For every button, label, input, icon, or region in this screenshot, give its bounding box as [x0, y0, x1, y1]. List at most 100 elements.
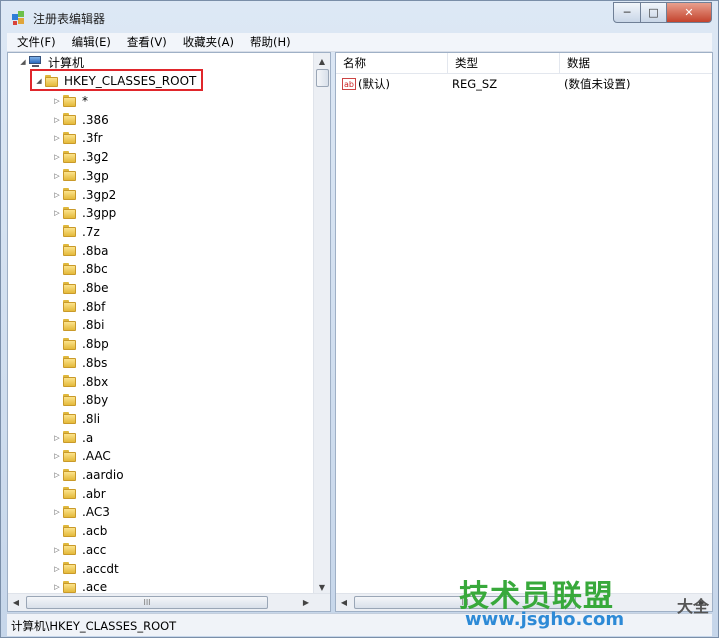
- close-button[interactable]: ✕: [667, 2, 712, 23]
- column-header-data[interactable]: 数据: [560, 53, 712, 73]
- collapse-arrow-icon[interactable]: ▷: [52, 191, 62, 199]
- string-value-icon: ab: [342, 78, 356, 90]
- collapse-arrow-icon[interactable]: ▷: [52, 471, 62, 479]
- maximize-icon: □: [648, 6, 659, 19]
- tree-item[interactable]: .8be: [52, 279, 108, 297]
- tree-item[interactable]: ▷ *: [52, 92, 88, 110]
- folder-icon: [62, 113, 78, 126]
- folder-icon: [62, 393, 78, 407]
- scroll-right-arrow-icon[interactable]: ▶: [298, 594, 314, 610]
- tree-item-label: .abr: [82, 486, 106, 501]
- tree-item[interactable]: .8bc: [52, 260, 108, 278]
- tree-item[interactable]: ▷ .3gpp: [52, 204, 116, 222]
- tree-item[interactable]: ▷ .AC3: [52, 503, 110, 521]
- watermark: 技术员联盟 大全 www.jsgho.com: [459, 571, 709, 633]
- tree-item-label: .8bc: [82, 262, 108, 277]
- tree-item[interactable]: ▷ .a: [52, 429, 93, 447]
- folder-icon: [62, 188, 78, 201]
- tree-item-label: .acb: [82, 524, 108, 539]
- tree-item-label: .386: [82, 112, 109, 127]
- tree-item-label: .3gp: [82, 168, 109, 183]
- tree-item[interactable]: .8bp: [52, 335, 109, 353]
- minimize-button[interactable]: ─: [613, 2, 641, 23]
- collapse-arrow-icon[interactable]: ▷: [52, 172, 62, 180]
- menu-view[interactable]: 查看(V): [121, 34, 173, 50]
- folder-icon: [62, 543, 78, 556]
- regedit-window: 注册表编辑器 ─ □ ✕ 文件(F) 编辑(E) 查看(V) 收藏夹(A) 帮助…: [0, 0, 719, 638]
- tree-item[interactable]: ▷ .acc: [52, 541, 106, 559]
- tree-item[interactable]: .8bx: [52, 373, 108, 391]
- watermark-url: www.jsgho.com: [465, 609, 625, 630]
- collapse-arrow-icon[interactable]: ▷: [52, 434, 62, 442]
- folder-icon: [62, 150, 78, 164]
- column-header-name[interactable]: 名称: [336, 53, 448, 73]
- tree-item[interactable]: ▷ .accdt: [52, 560, 118, 578]
- folder-icon: [62, 169, 78, 182]
- collapse-arrow-icon[interactable]: ▷: [52, 153, 62, 161]
- collapse-arrow-icon[interactable]: ▷: [52, 583, 62, 591]
- maximize-button[interactable]: □: [641, 2, 667, 23]
- collapse-arrow-icon[interactable]: ▷: [52, 97, 62, 105]
- tree-item-label: .8bx: [82, 374, 109, 389]
- tree-item[interactable]: .8bi: [52, 316, 104, 334]
- scroll-left-arrow-icon[interactable]: ◀: [336, 594, 352, 610]
- collapse-arrow-icon[interactable]: ▷: [52, 452, 62, 460]
- expanded-arrow-icon[interactable]: ◢: [18, 58, 28, 66]
- tree-item[interactable]: .8li: [52, 410, 100, 428]
- watermark-side: 大全: [676, 597, 709, 616]
- folder-icon: [62, 449, 78, 463]
- tree-item-label: .8bf: [82, 299, 106, 314]
- scroll-thumb[interactable]: III: [26, 596, 268, 609]
- menu-favorites[interactable]: 收藏夹(A): [177, 34, 240, 50]
- collapse-arrow-icon[interactable]: ▷: [52, 565, 62, 573]
- tree-pane[interactable]: ◢ 计算机 ◢ HKEY_CLASSES_ROOT ▷ * ▷ .386 ▷ .3fr ▷.…: [7, 52, 331, 612]
- tree-item[interactable]: .8by: [52, 391, 108, 409]
- list-row[interactable]: ab (默认) REG_SZ (数值未设置): [336, 75, 630, 93]
- folder-icon: [62, 300, 78, 313]
- values-pane[interactable]: 名称 类型 数据 ab (默认) REG_SZ (数值未设置) ◀ III ▶: [335, 52, 713, 612]
- folder-icon: [62, 580, 78, 594]
- tree-horizontal-scrollbar[interactable]: ◀ III ▶: [8, 593, 330, 611]
- collapse-arrow-icon[interactable]: ▷: [52, 209, 62, 217]
- tree-item[interactable]: .7z: [52, 223, 100, 241]
- tree-item-label: .8bi: [82, 318, 105, 333]
- menu-edit[interactable]: 编辑(E): [66, 34, 117, 50]
- column-header-type[interactable]: 类型: [448, 53, 560, 73]
- tree-item[interactable]: ▷ .3fr: [52, 129, 102, 147]
- tree-item-label: .aardio: [82, 468, 124, 482]
- tree-item[interactable]: .8ba: [52, 242, 108, 260]
- menu-bar: 文件(F) 编辑(E) 查看(V) 收藏夹(A) 帮助(H): [7, 33, 712, 52]
- tree-item[interactable]: ▷ .aardio: [52, 466, 124, 484]
- menu-help[interactable]: 帮助(H): [244, 34, 297, 50]
- tree-item-label: .3gp2: [82, 187, 117, 202]
- tree-item[interactable]: ▷ .386: [52, 111, 109, 129]
- tree-item-label: .8bs: [82, 355, 108, 370]
- value-name: (默认): [358, 77, 390, 91]
- tree-item-label: .AC3: [82, 505, 110, 520]
- menu-file[interactable]: 文件(F): [11, 34, 62, 50]
- tree-item[interactable]: ▷ .3gp: [52, 167, 109, 185]
- tree-item[interactable]: .abr: [52, 485, 106, 503]
- scroll-up-arrow-icon[interactable]: ▲: [314, 53, 330, 69]
- tree-item[interactable]: ▷ .AAC: [52, 447, 110, 465]
- folder-icon: [62, 225, 78, 238]
- scroll-left-arrow-icon[interactable]: ◀: [8, 594, 24, 610]
- tree-vertical-scrollbar[interactable]: ▲ ▼: [313, 53, 330, 595]
- tree-item-label: *: [82, 94, 88, 108]
- tree-item[interactable]: .acb: [52, 522, 107, 540]
- collapse-arrow-icon[interactable]: ▷: [52, 546, 62, 554]
- folder-icon: [62, 281, 78, 295]
- selection-highlight-box: [30, 69, 203, 91]
- scroll-thumb[interactable]: [316, 69, 329, 87]
- tree-item[interactable]: .8bf: [52, 298, 105, 316]
- tree-item[interactable]: ▷ .3g2: [52, 148, 108, 166]
- tree-item[interactable]: .8bs: [52, 354, 107, 372]
- title-bar[interactable]: 注册表编辑器 ─ □ ✕: [1, 1, 718, 33]
- folder-icon: [62, 131, 78, 145]
- computer-icon: [28, 56, 44, 68]
- collapse-arrow-icon[interactable]: ▷: [52, 116, 62, 124]
- collapse-arrow-icon[interactable]: ▷: [52, 134, 62, 142]
- close-icon: ✕: [684, 6, 694, 19]
- tree-item[interactable]: ▷ .3gp2: [52, 186, 116, 204]
- collapse-arrow-icon[interactable]: ▷: [52, 508, 62, 516]
